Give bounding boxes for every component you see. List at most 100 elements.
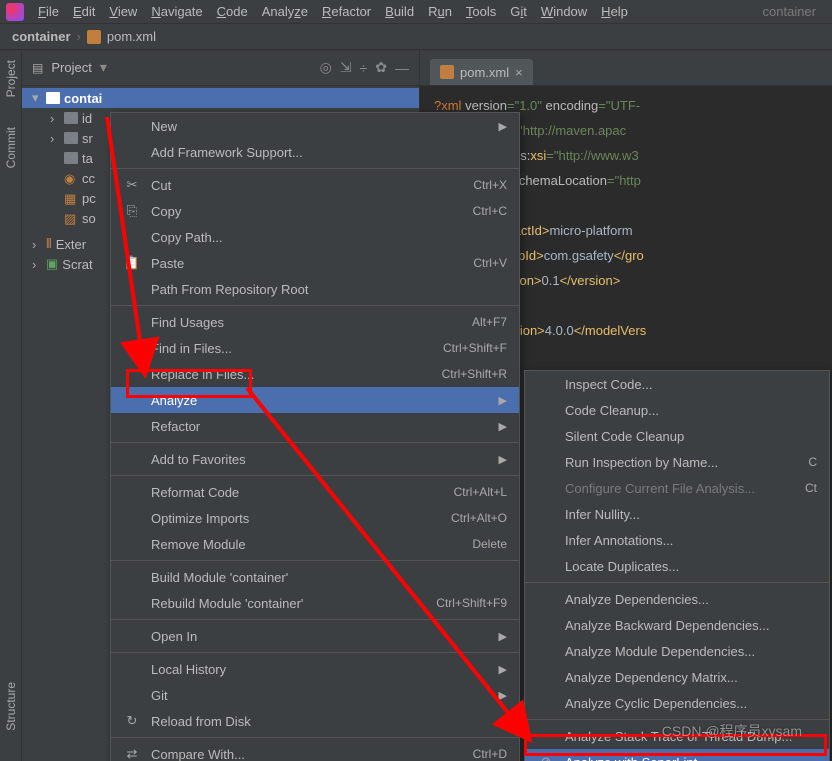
tree-item-label: cc [82,171,95,186]
gear-icon[interactable]: ✿ [375,59,387,76]
chevron-right-icon: ▶ [499,689,507,702]
menu-item-label: Analyze Stack Trace or Thread Dump... [565,729,807,744]
menu-item[interactable]: Reformat CodeCtrl+Alt+L [111,479,519,505]
expand-icon[interactable]: ⇲ [340,59,352,76]
menu-navigate[interactable]: Navigate [145,2,208,21]
hide-icon[interactable]: — [395,60,409,76]
menu-item[interactable]: Analyze Stack Trace or Thread Dump... [525,723,829,749]
xml-file-icon [87,30,101,44]
menu-refactor[interactable]: Refactor [316,2,377,21]
menu-item[interactable]: 📋PasteCtrl+V [111,250,519,276]
menu-item[interactable]: Optimize ImportsCtrl+Alt+O [111,505,519,531]
chevron-right-icon: ▶ [499,630,507,643]
breadcrumb-file[interactable]: pom.xml [107,29,156,44]
collapse-icon[interactable]: ÷ [360,60,368,76]
tree-root[interactable]: ▾ contai [22,88,419,108]
menu-item[interactable]: ↻Reload from Disk [111,708,519,734]
menu-item[interactable]: Infer Annotations... [525,527,829,553]
menu-item[interactable]: Analyze Backward Dependencies... [525,612,829,638]
menu-item-shortcut: Ctrl+Shift+F [443,341,507,355]
menu-item-shortcut: Alt+F7 [472,315,507,329]
menu-item[interactable]: Build Module 'container' [111,564,519,590]
menu-item[interactable]: Analyze Cyclic Dependencies... [525,690,829,716]
menu-item[interactable]: Analyze▶ [111,387,519,413]
menu-build[interactable]: Build [379,2,420,21]
menu-git[interactable]: Git [504,2,533,21]
menu-item[interactable]: ✂CutCtrl+X [111,172,519,198]
menu-edit[interactable]: Edit [67,2,101,21]
menu-item[interactable]: Local History▶ [111,656,519,682]
menu-item-label: Optimize Imports [151,511,441,526]
menu-item[interactable]: Run Inspection by Name...C [525,449,829,475]
menu-item[interactable]: Analyze Dependency Matrix... [525,664,829,690]
tab-project-side[interactable]: Project [4,60,18,97]
menu-item-label: Find Usages [151,315,462,330]
menu-window[interactable]: Window [535,2,593,21]
menu-item-label: Cut [151,178,463,193]
tab-structure-side[interactable]: Structure [4,682,18,731]
project-view-icon: ▤ [32,61,43,75]
target-icon[interactable]: ◎ [320,59,332,76]
menu-item[interactable]: Rebuild Module 'container'Ctrl+Shift+F9 [111,590,519,616]
tree-item-label: ta [82,151,93,166]
menu-item[interactable]: Git ▶ [111,682,519,708]
tool-window-tabs: Project Commit Structure [0,50,22,761]
menu-item[interactable]: Find in Files...Ctrl+Shift+F [111,335,519,361]
chevron-right-icon: › [77,29,81,44]
project-view-label[interactable]: Project [51,60,91,75]
menu-item[interactable]: Replace in Files... Ctrl+Shift+R [111,361,519,387]
menu-item-label: Inspect Code... [565,377,807,392]
menu-tools[interactable]: Tools [460,2,502,21]
menu-item[interactable]: Analyze Module Dependencies... [525,638,829,664]
menu-item[interactable]: Inspect Code... [525,371,829,397]
project-toolbar: ▤ Project ▾ ◎ ⇲ ÷ ✿ — [22,50,419,86]
menu-item-shortcut: C [808,455,817,469]
menu-item-label: Compare With... [151,747,463,761]
menu-item[interactable]: Analyze Dependencies... [525,586,829,612]
menu-help[interactable]: Help [595,2,634,21]
menu-item-label: Code Cleanup... [565,403,807,418]
menu-item[interactable]: Remove ModuleDelete [111,531,519,557]
menu-analyze[interactable]: Analyze [256,2,314,21]
menu-item[interactable]: Copy Path... [111,224,519,250]
chevron-right-icon: ▶ [499,663,507,676]
menu-item[interactable]: Refactor▶ [111,413,519,439]
menu-item[interactable]: Add to Favorites▶ [111,446,519,472]
menu-item[interactable]: ⊘Analyze with SonarLint [525,749,829,761]
menu-item-label: Analyze with SonarLint [565,755,807,761]
chevron-down-icon[interactable]: ▾ [100,59,107,76]
menu-item[interactable]: Path From Repository Root [111,276,519,302]
editor-tab-bar: pom.xml × [420,50,832,86]
menu-item-shortcut: Ctrl+Shift+F9 [436,596,507,610]
menu-view[interactable]: View [103,2,143,21]
close-icon[interactable]: × [515,65,523,80]
menu-run[interactable]: Run [422,2,458,21]
menu-item-label: Analyze Cyclic Dependencies... [565,696,807,711]
menu-item[interactable]: Infer Nullity... [525,501,829,527]
menu-file[interactable]: File [32,2,65,21]
editor-tab[interactable]: pom.xml × [430,59,533,85]
menu-item-label: Analyze Dependency Matrix... [565,670,807,685]
xml-file-icon [440,65,454,79]
menu-item-label: Replace in Files... [151,367,432,382]
tree-item-label: Exter [56,237,86,252]
menu-item[interactable]: Code Cleanup... [525,397,829,423]
tab-commit-side[interactable]: Commit [4,127,18,168]
menu-item-label: Analyze Module Dependencies... [565,644,807,659]
menu-item[interactable]: Open In▶ [111,623,519,649]
menu-item-icon: ⇄ [123,746,141,761]
menu-item[interactable]: Configure Current File Analysis...Ct [525,475,829,501]
menu-item[interactable]: New▶ [111,113,519,139]
menu-item[interactable]: Silent Code Cleanup [525,423,829,449]
tree-item-label: Scrat [62,257,92,272]
menu-item[interactable]: Add Framework Support... [111,139,519,165]
menu-item[interactable]: ⇄Compare With...Ctrl+D [111,741,519,761]
breadcrumb-root[interactable]: container [12,29,71,44]
menu-item[interactable]: ⎘CopyCtrl+C [111,198,519,224]
menu-code[interactable]: Code [211,2,254,21]
menu-item-shortcut: Ct [805,481,817,495]
menu-item[interactable]: Locate Duplicates... [525,553,829,579]
menu-item[interactable]: Find Usages Alt+F7 [111,309,519,335]
menu-item-shortcut: Ctrl+Shift+R [442,367,507,381]
menu-item-label: Git [151,688,479,703]
